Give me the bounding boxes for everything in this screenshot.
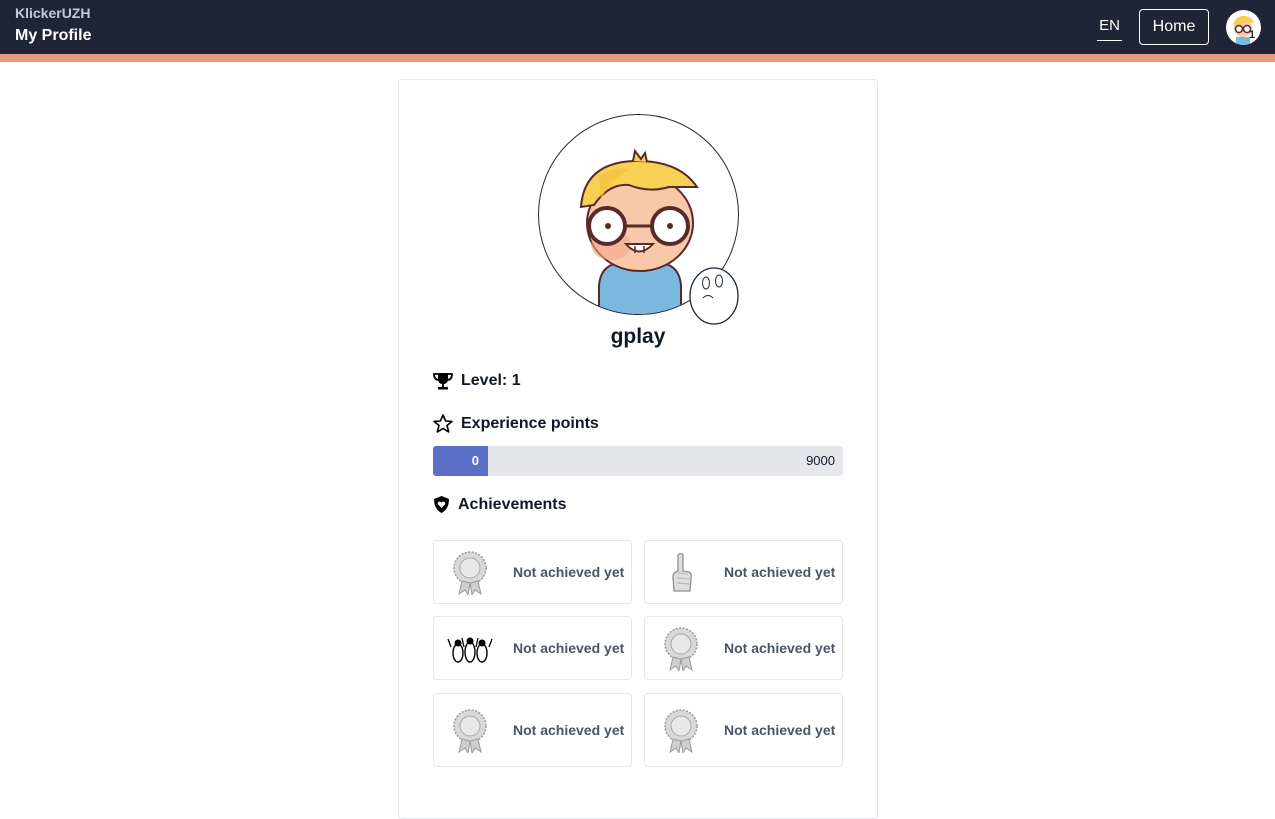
top-navbar: KlickerUZH My Profile EN Home 1: [0, 0, 1275, 54]
app-name: KlickerUZH: [15, 5, 91, 21]
xp-label: Experience points: [461, 414, 599, 432]
level-label: Level: 1: [461, 372, 521, 389]
profile-card: gplay Level: 1 Experience points 0 9000 …: [398, 79, 878, 819]
achievement-status: Not achieved yet: [513, 640, 625, 656]
username: gplay: [610, 325, 666, 348]
star-icon: [433, 414, 453, 433]
xp-progress-bar: 0 9000: [433, 446, 843, 476]
achievement-status: Not achieved yet: [724, 564, 836, 580]
rosette-medal-icon: [453, 551, 487, 595]
avatar-level-badge: 1: [1248, 29, 1256, 41]
rosette-medal-icon: [453, 709, 487, 753]
achievement-card: Not achieved yet: [433, 616, 632, 680]
sidekick-egg-icon: [689, 267, 739, 325]
xp-row: Experience points: [433, 414, 599, 433]
home-button[interactable]: Home: [1139, 9, 1209, 45]
achievement-card: Not achieved yet: [644, 540, 843, 604]
achievement-card: Not achieved yet: [644, 693, 843, 767]
shield-heart-icon: [434, 496, 449, 513]
achievement-card: Not achieved yet: [433, 693, 632, 767]
achievement-card: Not achieved yet: [433, 540, 632, 604]
achievement-card: Not achieved yet: [644, 616, 843, 680]
achievements-label: Achievements: [458, 495, 567, 513]
achievement-status: Not achieved yet: [724, 640, 836, 656]
header-accent-strip: [0, 54, 1275, 62]
page-title: My Profile: [15, 27, 92, 44]
xp-progress-fill: 0: [433, 446, 488, 476]
raised-finger-icon: [672, 552, 692, 592]
achievement-status: Not achieved yet: [724, 722, 836, 738]
achievements-row: Achievements: [433, 495, 567, 514]
achievement-status: Not achieved yet: [513, 564, 625, 580]
language-switcher[interactable]: EN: [1097, 15, 1122, 41]
rosette-medal-icon: [664, 709, 698, 753]
penguins-group-icon: [447, 637, 493, 663]
xp-max-value: 9000: [806, 453, 835, 468]
rosette-medal-icon: [664, 627, 698, 671]
level-row: Level: 1: [433, 372, 521, 390]
achievement-status: Not achieved yet: [513, 722, 625, 738]
trophy-icon: [433, 373, 453, 390]
